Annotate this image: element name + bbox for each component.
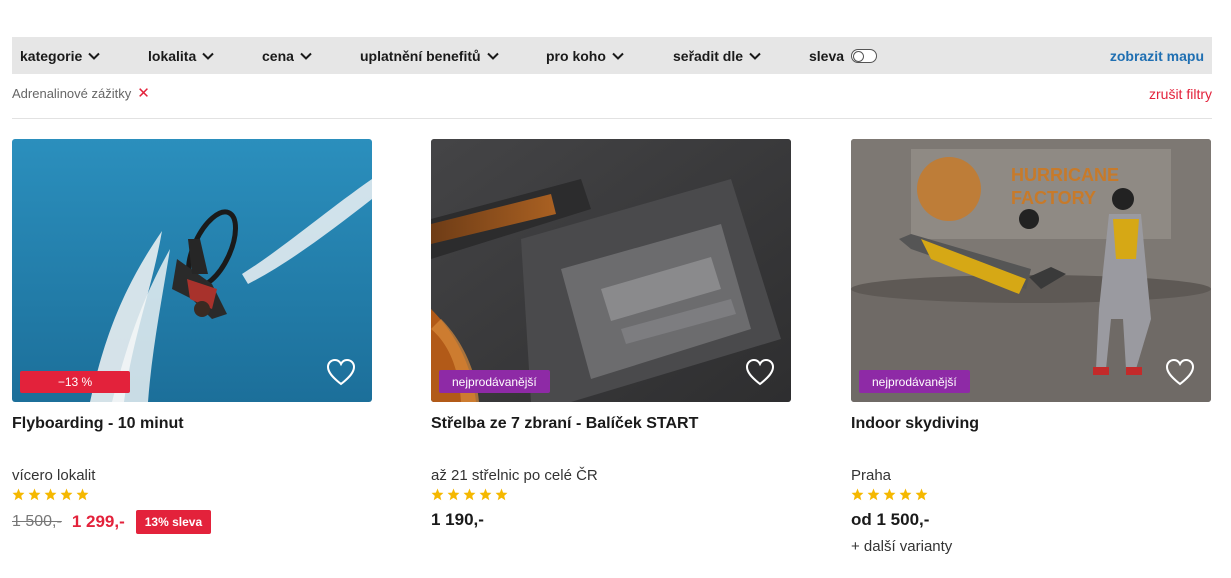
chevron-down-icon (87, 49, 101, 63)
star-icon (447, 488, 460, 501)
bestseller-badge: nejprodávanější (439, 370, 550, 393)
clear-filters-link[interactable]: zrušit filtry (1149, 86, 1212, 102)
heart-icon[interactable] (1165, 358, 1195, 386)
product-image[interactable]: −13 % (12, 139, 372, 402)
rating-stars (12, 488, 89, 501)
filter-uplatneni-benefitu[interactable]: uplatnění benefitů (360, 37, 500, 74)
chevron-down-icon (611, 49, 625, 63)
star-icon (851, 488, 864, 501)
product-title[interactable]: Indoor skydiving (851, 415, 979, 433)
star-icon (899, 488, 912, 501)
discount-badge: −13 % (20, 371, 130, 393)
product-card[interactable]: HURRICANE FACTORY nejprodávanější Indoor… (851, 139, 1211, 555)
star-icon (28, 488, 41, 501)
star-icon (867, 488, 880, 501)
star-icon (60, 488, 73, 501)
star-icon (915, 488, 928, 501)
chevron-down-icon (201, 49, 215, 63)
star-icon (12, 488, 25, 501)
wall-sign: FACTORY (1011, 188, 1096, 208)
product-location: až 21 střelnic po celé ČR (431, 467, 598, 484)
filter-label: pro koho (546, 47, 606, 64)
heart-icon[interactable] (326, 358, 356, 386)
filter-label: seřadit dle (673, 47, 744, 64)
star-icon (431, 488, 444, 501)
filter-sleva[interactable]: sleva (809, 37, 878, 74)
chevron-down-icon (299, 49, 313, 63)
sale-badge: 13% sleva (135, 510, 212, 534)
filter-bar: kategorie lokalita cena uplatnění benefi… (12, 37, 1212, 74)
active-filters: Adrenalinové zážitky ✕ zrušit filtry (12, 86, 1212, 106)
price-row: 1 500,- 1 299,- 13% sleva (12, 510, 212, 534)
chevron-down-icon (748, 49, 762, 63)
star-icon (479, 488, 492, 501)
heart-icon[interactable] (745, 358, 775, 386)
more-variants-link[interactable]: + další varianty (851, 538, 952, 555)
product-title[interactable]: Flyboarding - 10 minut (12, 415, 184, 433)
star-icon (883, 488, 896, 501)
rating-stars (851, 488, 928, 501)
product-image[interactable]: nejprodávanější (431, 139, 791, 402)
price-row: 1 190,- (431, 510, 484, 530)
filter-lokalita[interactable]: lokalita (148, 37, 215, 74)
discount-toggle-label: sleva (809, 47, 845, 64)
product-title[interactable]: Střelba ze 7 zbraní - Balíček START (431, 415, 698, 433)
close-icon[interactable]: ✕ (137, 86, 150, 101)
star-icon (44, 488, 57, 501)
product-location: vícero lokalit (12, 467, 96, 484)
chip-label: Adrenalinové zážitky (12, 86, 132, 101)
chevron-down-icon (486, 49, 500, 63)
old-price: 1 500,- (12, 513, 62, 530)
active-filter-chip: Adrenalinové zážitky ✕ (12, 86, 150, 101)
filter-label: uplatnění benefitů (360, 47, 481, 64)
star-icon (76, 488, 89, 501)
price: 1 190,- (431, 510, 484, 529)
wall-sign: HURRICANE (1011, 165, 1119, 185)
product-card[interactable]: nejprodávanější Střelba ze 7 zbraní - Ba… (431, 139, 791, 529)
filter-kategorie[interactable]: kategorie (20, 37, 101, 74)
product-location: Praha (851, 467, 892, 484)
price-row: od 1 500,- (851, 510, 929, 530)
bestseller-badge: nejprodávanější (859, 370, 970, 393)
divider (12, 118, 1212, 119)
product-image[interactable]: HURRICANE FACTORY nejprodávanější (851, 139, 1211, 402)
star-icon (463, 488, 476, 501)
filter-label: lokalita (148, 47, 197, 64)
sale-price: 1 299,- (71, 512, 125, 531)
filter-seradit-dle[interactable]: seřadit dle (673, 37, 762, 74)
star-icon (495, 488, 508, 501)
filter-label: kategorie (20, 47, 83, 64)
filter-cena[interactable]: cena (262, 37, 313, 74)
filter-label: cena (262, 47, 294, 64)
rating-stars (431, 488, 508, 501)
filter-pro-koho[interactable]: pro koho (546, 37, 625, 74)
product-card[interactable]: −13 % Flyboarding - 10 minut vícero loka… (12, 139, 372, 534)
price: od 1 500,- (851, 510, 930, 529)
discount-toggle[interactable] (851, 48, 878, 63)
show-map-link[interactable]: zobrazit mapu (1110, 37, 1204, 74)
